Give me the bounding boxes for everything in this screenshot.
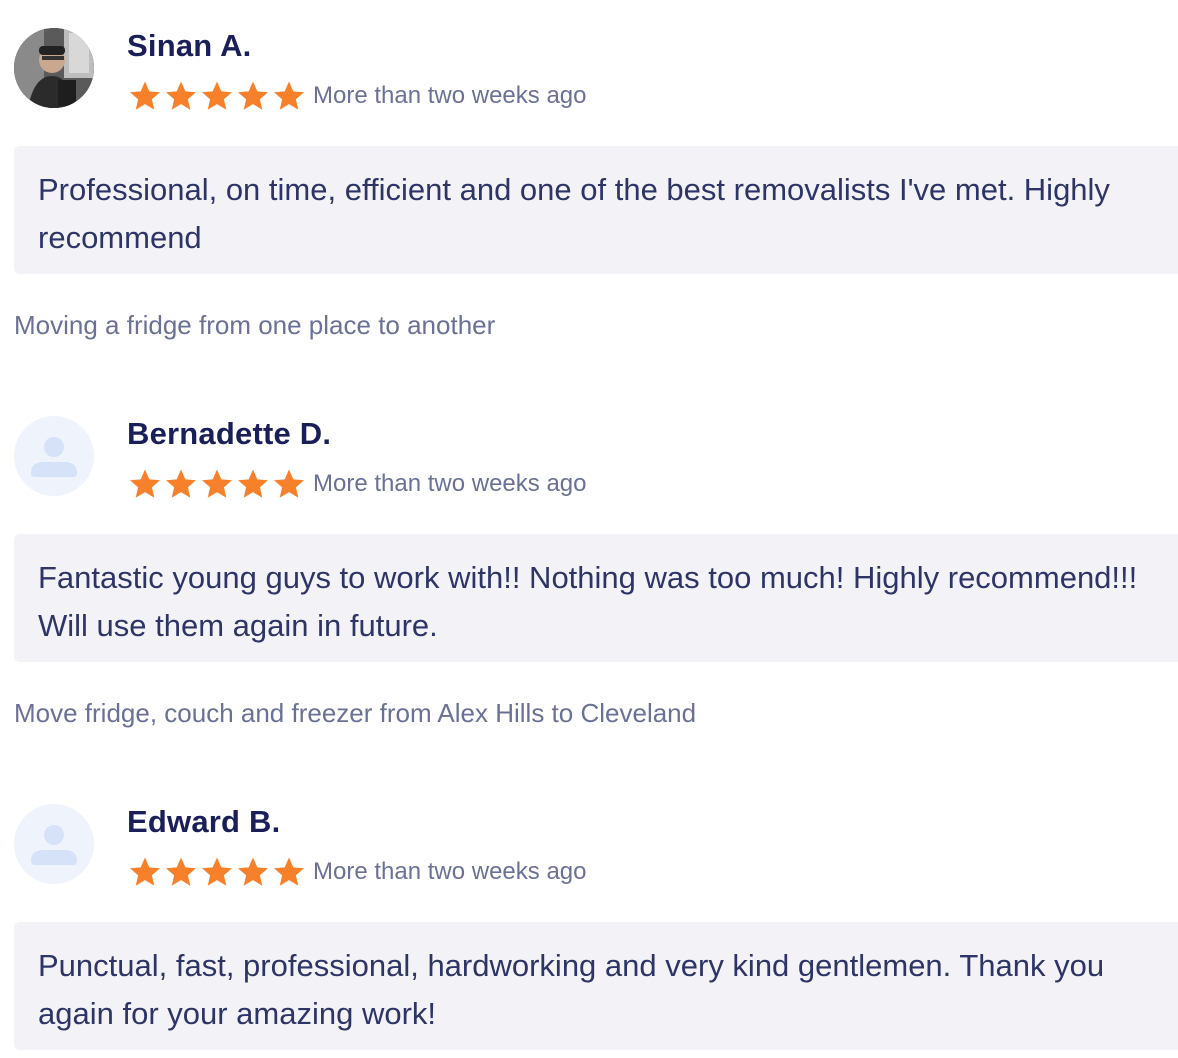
star-icon <box>274 857 304 886</box>
star-icon <box>274 469 304 498</box>
star-rating <box>127 466 307 502</box>
star-icon <box>238 81 268 110</box>
star-icon <box>202 469 232 498</box>
star-icon <box>130 469 160 498</box>
rating-row: More than two weeks ago <box>127 466 586 502</box>
user-placeholder-icon <box>31 825 77 865</box>
star-icon <box>202 857 232 886</box>
user-photo-icon <box>14 28 94 108</box>
review-time: More than two weeks ago <box>313 470 587 497</box>
star-icon <box>166 81 196 110</box>
star-icon <box>202 81 232 110</box>
job-description: Move fridge, couch and freezer from Alex… <box>14 698 697 728</box>
rating-row: More than two weeks ago <box>127 78 586 114</box>
reviewer-name: Sinan A. <box>127 28 252 63</box>
review-time: More than two weeks ago <box>313 82 587 109</box>
reviewer-name: Bernadette D. <box>127 416 332 451</box>
user-placeholder-icon <box>31 437 77 477</box>
star-icon <box>238 857 268 886</box>
review-text: Punctual, fast, professional, hardworkin… <box>14 922 1178 1050</box>
avatar <box>14 28 94 108</box>
review-time: More than two weeks ago <box>313 858 587 885</box>
review-text: Professional, on time, efficient and one… <box>14 146 1178 274</box>
star-icon <box>130 857 160 886</box>
star-icon <box>274 81 304 110</box>
star-icon <box>130 81 160 110</box>
reviews-list: Sinan A. More than two weeks ago Profess… <box>0 0 1178 1058</box>
star-rating <box>127 78 307 114</box>
star-icon <box>166 857 196 886</box>
star-icon <box>166 469 196 498</box>
reviewer-name: Edward B. <box>127 804 281 839</box>
job-description: Moving a fridge from one place to anothe… <box>14 310 496 340</box>
review-text: Fantastic young guys to work with!! Noth… <box>14 534 1178 662</box>
avatar <box>14 416 94 496</box>
rating-row: More than two weeks ago <box>127 854 586 890</box>
star-icon <box>238 469 268 498</box>
star-rating <box>127 854 307 890</box>
avatar <box>14 804 94 884</box>
